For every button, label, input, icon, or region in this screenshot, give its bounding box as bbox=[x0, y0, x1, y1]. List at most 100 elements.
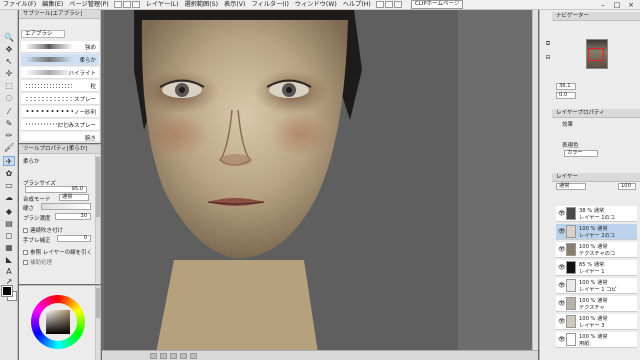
blend-mode-select[interactable]: 通常 bbox=[59, 194, 89, 201]
correction-icon[interactable]: ↗ bbox=[3, 276, 15, 286]
layer-name[interactable]: レイヤー 3 bbox=[579, 322, 605, 329]
menu-view[interactable]: 表示(V) bbox=[221, 0, 248, 10]
menu-selection[interactable]: 選択範囲(S) bbox=[181, 0, 221, 10]
saturation-brightness-square[interactable] bbox=[46, 310, 70, 334]
layer-row[interactable]: 👁 38 % 通常 レイヤー 1のコ bbox=[556, 206, 637, 222]
open-icon[interactable] bbox=[122, 1, 131, 8]
layer-row[interactable]: 👁 100 % 通常 用紙 bbox=[556, 332, 637, 348]
menu-page[interactable]: ページ管理(P) bbox=[66, 0, 111, 10]
layer-row[interactable]: 👁 100 % 通常 レイヤー 2のコ bbox=[556, 224, 637, 240]
menu-filter[interactable]: フィルター(I) bbox=[248, 0, 291, 10]
zoom-in-button[interactable] bbox=[160, 352, 167, 359]
visibility-eye-icon[interactable]: 👁 bbox=[558, 264, 566, 271]
brush-icon[interactable]: 🖌 bbox=[3, 142, 15, 152]
visibility-eye-icon[interactable]: 👁 bbox=[558, 210, 566, 217]
brush-size-field[interactable]: 95.0 bbox=[25, 186, 87, 193]
layer-opacity-field[interactable]: 100 bbox=[618, 183, 636, 190]
aux-processing-row[interactable]: 補助処理 bbox=[23, 258, 52, 266]
snap-icon[interactable] bbox=[393, 1, 402, 8]
ruler-tool-icon[interactable]: ◣ bbox=[3, 254, 15, 264]
layer-name[interactable]: 用紙 bbox=[579, 340, 589, 347]
decoration-icon[interactable]: ✿ bbox=[3, 168, 15, 178]
airbrush-icon[interactable]: ✈ bbox=[3, 156, 15, 166]
rotate-field[interactable]: 0.0 bbox=[556, 92, 576, 99]
figure-icon[interactable]: ◻ bbox=[3, 230, 15, 240]
save-icon[interactable] bbox=[131, 1, 140, 8]
expression-color-select[interactable]: カラー bbox=[564, 150, 598, 157]
reference-layer-row[interactable]: 参照 レイヤーの線を引く bbox=[23, 248, 92, 256]
selection-icon[interactable]: ⬚ bbox=[3, 80, 15, 90]
aux-processing-checkbox[interactable] bbox=[23, 260, 28, 265]
close-button[interactable]: × bbox=[624, 1, 638, 9]
fill-icon[interactable]: ◆ bbox=[3, 206, 15, 216]
layer-name[interactable]: テクスチャ bbox=[579, 304, 605, 311]
pen-icon[interactable]: ✎ bbox=[3, 118, 15, 128]
zoom-field[interactable]: 36.1 bbox=[556, 83, 576, 90]
hardness-slider[interactable] bbox=[41, 203, 91, 210]
scrollbar-thumb[interactable] bbox=[96, 157, 100, 217]
operation-icon[interactable]: ↖ bbox=[3, 56, 15, 66]
lasso-icon[interactable]: ◌ bbox=[3, 92, 15, 102]
maximize-button[interactable]: □ bbox=[610, 1, 624, 9]
new-file-icon[interactable] bbox=[113, 1, 122, 8]
navigator-viewport-rect[interactable] bbox=[588, 48, 604, 61]
layer-row[interactable]: 👁 85 % 通常 レイヤー 1 bbox=[556, 260, 637, 276]
history-side-icon[interactable]: ⊟ bbox=[542, 54, 554, 62]
layer-row[interactable]: 👁 100 % 通常 テクスチャ bbox=[556, 296, 637, 312]
reference-layer-checkbox[interactable] bbox=[23, 250, 28, 255]
rotate-left-button[interactable] bbox=[170, 352, 177, 359]
layer-name[interactable]: レイヤー 1 コピ bbox=[579, 286, 617, 293]
blend-icon[interactable]: ☁ bbox=[3, 192, 15, 202]
menu-layer[interactable]: レイヤー(L) bbox=[143, 0, 182, 10]
visibility-eye-icon[interactable]: 👁 bbox=[558, 282, 566, 289]
tool-property-scrollbar[interactable] bbox=[95, 155, 100, 283]
zoom-icon[interactable]: 🔍 bbox=[3, 32, 15, 42]
layer-name[interactable]: テクスチャのコ bbox=[579, 250, 615, 257]
brush-density-field[interactable]: 30 bbox=[55, 213, 91, 220]
rotate-right-button[interactable] bbox=[180, 352, 187, 359]
visibility-eye-icon[interactable]: 👁 bbox=[558, 228, 566, 235]
brush-item-bleed-spray[interactable]: にじみスプレー bbox=[21, 119, 99, 131]
canvas-scrollbar[interactable] bbox=[532, 10, 538, 350]
move-layer-icon[interactable]: ✢ bbox=[3, 68, 15, 78]
move-icon[interactable]: ✥ bbox=[3, 44, 15, 54]
color-panel-scrollbar[interactable] bbox=[95, 286, 100, 360]
brush-item-last[interactable]: 腕き bbox=[21, 132, 99, 142]
brush-item-grain[interactable]: 粒 bbox=[21, 80, 99, 92]
brush-item-gravel[interactable]: ノー砂利 bbox=[21, 106, 99, 118]
layer-row[interactable]: 👁 100 % 通常 レイヤー 1 コピ bbox=[556, 278, 637, 294]
menu-edit[interactable]: 編集(E) bbox=[39, 0, 66, 10]
color-wheel[interactable] bbox=[31, 295, 85, 349]
layer-row[interactable]: 👁 100 % 通常 テクスチャのコ bbox=[556, 242, 637, 258]
brush-item-highlight[interactable]: ハイライト bbox=[21, 67, 99, 79]
continuous-spray-checkbox[interactable] bbox=[23, 228, 28, 233]
layer-name[interactable]: レイヤー 2のコ bbox=[579, 232, 615, 239]
visibility-eye-icon[interactable]: 👁 bbox=[558, 318, 566, 325]
layer-row[interactable]: 👁 100 % 通常 レイヤー 3 bbox=[556, 314, 637, 330]
brush-item-strong[interactable]: 強め bbox=[21, 41, 99, 53]
foreground-color-swatch[interactable] bbox=[1, 285, 13, 297]
brush-item-soft[interactable]: 柔らか bbox=[21, 54, 99, 66]
scrollbar-thumb[interactable] bbox=[96, 288, 100, 318]
layer-blend-select[interactable]: 通常 bbox=[556, 183, 586, 190]
layer-name[interactable]: レイヤー 1のコ bbox=[579, 214, 615, 221]
clip-homepage-link[interactable]: CLIPホームページ bbox=[410, 0, 464, 9]
navigator-side-icon[interactable]: ⧉ bbox=[542, 40, 554, 48]
menu-help[interactable]: ヘルプ(H) bbox=[340, 0, 374, 10]
grid-icon[interactable] bbox=[375, 1, 384, 8]
text-icon[interactable]: A bbox=[3, 266, 15, 276]
menu-window[interactable]: ウィンドウ(W) bbox=[292, 0, 340, 10]
stabilization-field[interactable]: 0 bbox=[57, 235, 91, 242]
flip-button[interactable] bbox=[190, 352, 197, 359]
layer-name[interactable]: レイヤー 1 bbox=[579, 268, 605, 275]
continuous-spray-row[interactable]: 連続吹き付け bbox=[23, 226, 63, 234]
artwork-canvas[interactable] bbox=[104, 10, 458, 353]
visibility-eye-icon[interactable]: 👁 bbox=[558, 246, 566, 253]
eraser-icon[interactable]: ▭ bbox=[3, 180, 15, 190]
visibility-eye-icon[interactable]: 👁 bbox=[558, 300, 566, 307]
menu-file[interactable]: ファイル(F) bbox=[0, 0, 39, 10]
pencil-icon[interactable]: ✏ bbox=[3, 130, 15, 140]
subtool-group-tab[interactable]: エアブラシ bbox=[21, 30, 65, 38]
visibility-eye-icon[interactable]: 👁 bbox=[558, 336, 566, 343]
zoom-out-button[interactable] bbox=[150, 352, 157, 359]
